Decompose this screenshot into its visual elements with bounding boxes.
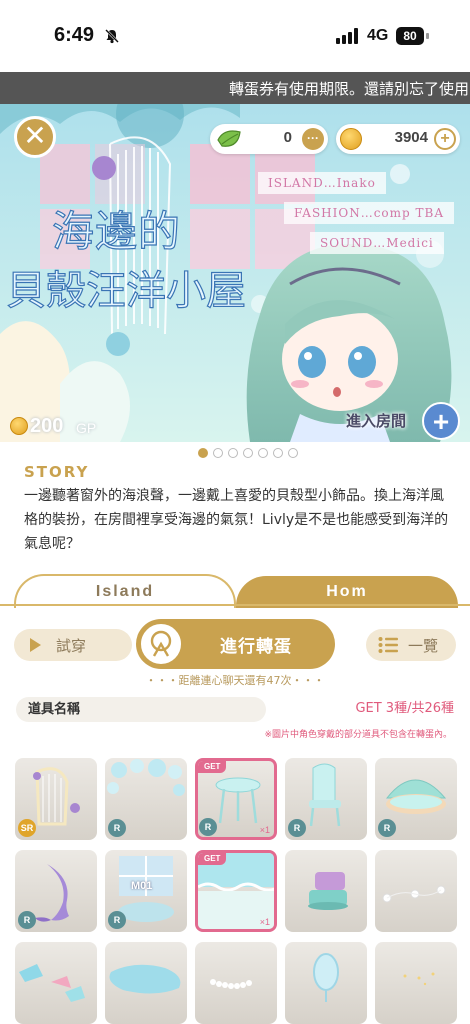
marquee-text: 轉蛋券有使用期限。還請別忘了使用喔 — [229, 80, 470, 98]
gacha-button[interactable]: 進行轉蛋 — [136, 619, 335, 669]
play-icon — [30, 638, 41, 652]
items-note: ※圖片中角色穿戴的部分道具不包含在轉蛋內。 — [264, 730, 452, 740]
try-on-label: 試穿 — [56, 637, 87, 655]
get-tag: GET — [198, 761, 227, 773]
gp-coin-icon — [10, 417, 28, 435]
capsule-machine-icon — [138, 621, 184, 667]
item-quantity: ×1 — [259, 825, 270, 835]
status-bar: 6:49 4G 80 — [0, 0, 470, 72]
rarity-badge: R — [108, 911, 126, 929]
credit-fashion: FASHION…comp TBA — [284, 202, 455, 224]
seaglass-icon — [19, 964, 85, 1002]
rarity-badge: R — [18, 911, 36, 929]
item-cell-shell-table[interactable]: GET R ×1 — [195, 758, 277, 840]
announcement-marquee: 轉蛋券有使用期限。還請別忘了使用喔 — [0, 72, 470, 104]
rarity-badge: SR — [18, 819, 36, 837]
status-time: 6:49 — [54, 24, 95, 46]
carousel-dot[interactable] — [213, 448, 223, 458]
carousel-dot[interactable] — [288, 448, 298, 458]
distance-text: ・・・距離連心聊天還有47次・・・ — [145, 674, 325, 687]
item-name-field: 道具名稱 — [16, 697, 266, 722]
list-icon — [378, 637, 398, 653]
close-icon: ✕ — [23, 119, 47, 152]
leaf-currency-value: 0 — [283, 129, 292, 146]
plus-icon: + — [422, 402, 460, 440]
item-cell-harp[interactable]: SR — [15, 758, 97, 840]
pearl-necklace-icon — [210, 979, 252, 989]
mirror-icon — [313, 953, 339, 1002]
signal-icon — [336, 28, 358, 44]
bell-muted-icon — [105, 29, 119, 44]
item-cell-jewel-box[interactable] — [285, 850, 367, 932]
rarity-badge: R — [199, 818, 217, 836]
rarity-badge: R — [288, 819, 306, 837]
credit-island: ISLAND…Inako — [258, 172, 386, 194]
coin-currency-value: 3904 — [394, 129, 428, 146]
carousel-dot[interactable] — [243, 448, 253, 458]
banner-title-line2: 貝殼汪洋小屋 — [5, 267, 246, 314]
item-cell-pearl-necklace[interactable] — [195, 942, 277, 1024]
item-cell-window-set[interactable]: R M01 — [105, 850, 187, 932]
leaf-icon — [217, 130, 241, 147]
item-cell-pearl-string[interactable] — [375, 850, 457, 932]
tab-bar: Island Hom — [0, 572, 470, 608]
item-cell-shell-mirror[interactable] — [285, 942, 367, 1024]
coin-currency-pill: 3904 + — [336, 124, 460, 154]
price-unit: GP — [76, 420, 97, 436]
item-cell-seaglass-pieces[interactable] — [15, 942, 97, 1024]
carousel-dot[interactable] — [273, 448, 283, 458]
gold-coin-icon — [340, 128, 362, 150]
rarity-badge: R — [108, 819, 126, 837]
enter-room-label: 進入房間 — [346, 412, 407, 430]
get-tag: GET — [198, 853, 227, 865]
item-cell-sparkles[interactable] — [375, 942, 457, 1024]
tab-island[interactable]: Island — [14, 574, 236, 608]
item-cell-wave-floor[interactable]: GET ×1 — [195, 850, 277, 932]
credit-sound: SOUND…Medici — [310, 232, 444, 254]
battery-icon: 80 — [396, 27, 424, 45]
gacha-label: 進行轉蛋 — [220, 637, 292, 657]
sparkles-icon — [403, 972, 435, 986]
item-cell-shell-chair[interactable]: R — [285, 758, 367, 840]
story-heading: STORY — [24, 463, 90, 481]
item-cell-shell-bed[interactable]: R — [375, 758, 457, 840]
price-amount: 200 — [30, 415, 64, 437]
list-button[interactable]: 一覽 — [366, 629, 456, 661]
jewel-box-icon — [308, 872, 348, 910]
battery-tip — [426, 33, 429, 39]
get-count: GET 3種/共26種 — [355, 701, 454, 716]
banner-title-line1: 海邊的 — [51, 206, 182, 256]
try-on-button[interactable]: 試穿 — [14, 629, 132, 661]
story-text: 一邊聽著窗外的海浪聲，一邊戴上喜愛的貝殼型小飾品。換上海洋風格的裝扮，在房間裡享… — [24, 488, 449, 552]
carousel-dot[interactable] — [258, 448, 268, 458]
close-button[interactable]: ✕ — [14, 116, 56, 158]
leaf-currency-pill: 0 ··· — [210, 124, 328, 154]
gacha-banner: ✕ 0 ··· 3904 + ISLAND…Inako FASHION…comp… — [0, 104, 470, 442]
rarity-badge: R — [378, 819, 396, 837]
list-label: 一覽 — [408, 637, 439, 655]
more-icon[interactable]: ··· — [302, 128, 324, 150]
item-cell-mermaid-tail[interactable]: R — [15, 850, 97, 932]
add-coin-button[interactable]: + — [434, 128, 456, 150]
network-type: 4G — [367, 27, 389, 44]
carousel-dot[interactable] — [228, 448, 238, 458]
tab-divider — [0, 604, 470, 606]
item-cell-water-puddle[interactable] — [105, 942, 187, 1024]
carousel-dot[interactable] — [198, 448, 208, 458]
water-puddle-icon — [109, 964, 181, 994]
enter-room-button[interactable]: 進入房間 + — [338, 402, 470, 442]
pearl-string-icon — [382, 885, 446, 903]
item-overlay-label: M01 — [131, 880, 153, 892]
item-quantity: ×1 — [259, 917, 270, 927]
item-cell-bubble-wall[interactable]: R — [105, 758, 187, 840]
